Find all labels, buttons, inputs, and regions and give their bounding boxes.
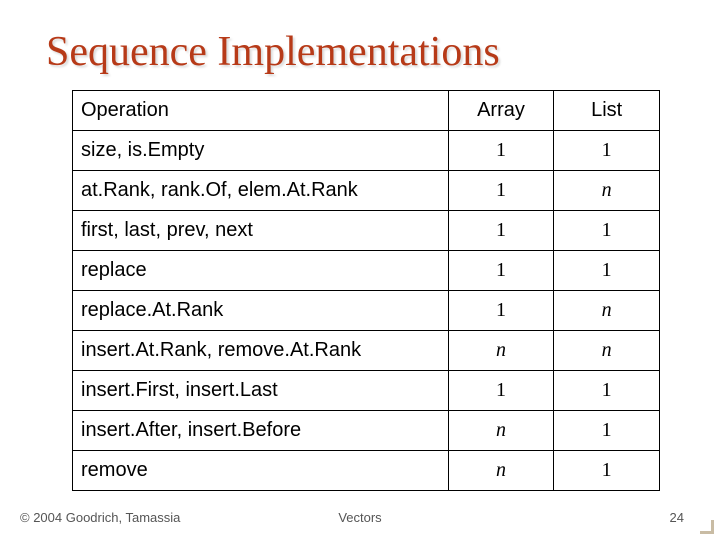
table-row: removen1 bbox=[73, 451, 660, 491]
table-row: insert.At.Rank, remove.At.Ranknn bbox=[73, 331, 660, 371]
table-row: at.Rank, rank.Of, elem.At.Rank1n bbox=[73, 171, 660, 211]
table-header-array: Array bbox=[448, 91, 554, 131]
cell-list: 1 bbox=[554, 251, 660, 291]
cell-list: n bbox=[554, 291, 660, 331]
cell-array: 1 bbox=[448, 291, 554, 331]
cell-array: 1 bbox=[448, 171, 554, 211]
table-row: insert.First, insert.Last11 bbox=[73, 371, 660, 411]
cell-array: n bbox=[448, 451, 554, 491]
cell-array: n bbox=[448, 411, 554, 451]
cell-list: n bbox=[554, 171, 660, 211]
cell-operation: first, last, prev, next bbox=[73, 211, 449, 251]
corner-decoration bbox=[694, 514, 714, 534]
cell-operation: size, is.Empty bbox=[73, 131, 449, 171]
table-row: replace.At.Rank1n bbox=[73, 291, 660, 331]
table-row: first, last, prev, next11 bbox=[73, 211, 660, 251]
slide-title: Sequence Implementations bbox=[0, 28, 720, 90]
table-row: replace11 bbox=[73, 251, 660, 291]
footer-title: Vectors bbox=[0, 510, 720, 525]
cell-array: 1 bbox=[448, 211, 554, 251]
cell-operation: remove bbox=[73, 451, 449, 491]
cell-array: 1 bbox=[448, 371, 554, 411]
cell-array: n bbox=[448, 331, 554, 371]
table-row: insert.After, insert.Beforen1 bbox=[73, 411, 660, 451]
cell-array: 1 bbox=[448, 251, 554, 291]
cell-operation: replace.At.Rank bbox=[73, 291, 449, 331]
cell-list: n bbox=[554, 331, 660, 371]
page-number: 24 bbox=[670, 510, 684, 525]
cell-operation: insert.First, insert.Last bbox=[73, 371, 449, 411]
cell-list: 1 bbox=[554, 131, 660, 171]
cell-operation: replace bbox=[73, 251, 449, 291]
cell-operation: at.Rank, rank.Of, elem.At.Rank bbox=[73, 171, 449, 211]
cell-list: 1 bbox=[554, 411, 660, 451]
cell-list: 1 bbox=[554, 371, 660, 411]
table-header-operation: Operation bbox=[73, 91, 449, 131]
complexity-table: OperationArrayListsize, is.Empty11at.Ran… bbox=[72, 90, 660, 491]
cell-operation: insert.At.Rank, remove.At.Rank bbox=[73, 331, 449, 371]
cell-operation: insert.After, insert.Before bbox=[73, 411, 449, 451]
table-row: size, is.Empty11 bbox=[73, 131, 660, 171]
table-header-list: List bbox=[554, 91, 660, 131]
cell-array: 1 bbox=[448, 131, 554, 171]
cell-list: 1 bbox=[554, 211, 660, 251]
cell-list: 1 bbox=[554, 451, 660, 491]
